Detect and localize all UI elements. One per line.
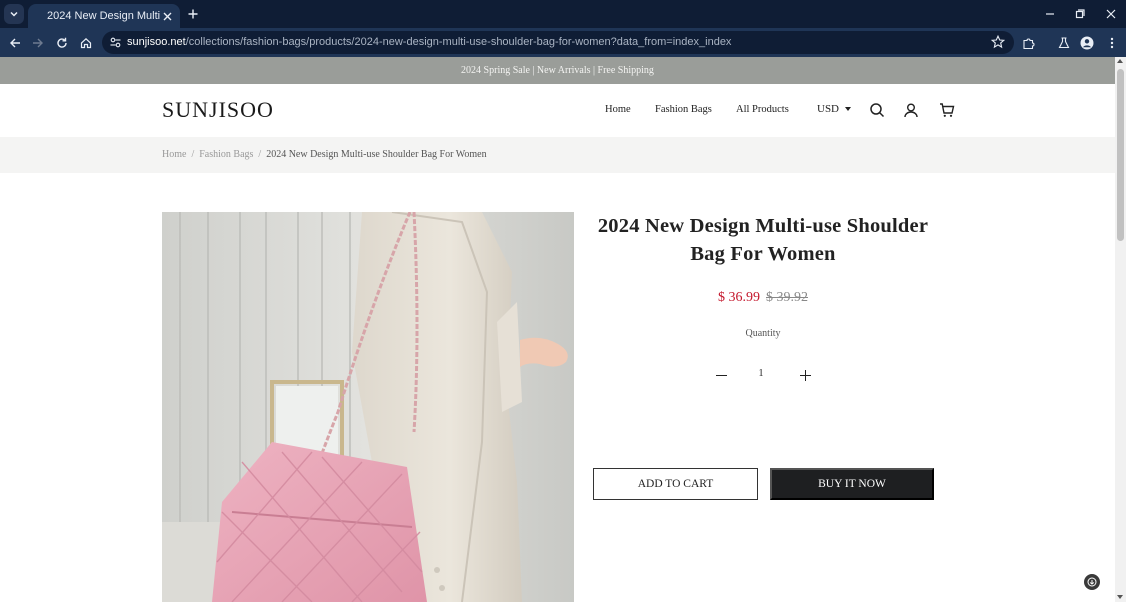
minus-icon[interactable]	[716, 375, 727, 377]
plus-icon	[188, 9, 198, 19]
arrow-left-icon	[10, 38, 20, 48]
address-bar[interactable]: sunjisoo.net/collections/fashion-bags/pr…	[102, 31, 1014, 54]
back-button[interactable]	[5, 33, 25, 53]
product-image[interactable]	[162, 212, 574, 602]
tab-search-button[interactable]	[4, 4, 24, 24]
active-tab[interactable]: 2024 New Design Multi-use Sho	[28, 4, 180, 28]
breadcrumb-fashion-bags[interactable]: Fashion Bags	[199, 149, 253, 160]
plus-icon[interactable]	[800, 370, 811, 381]
chat-icon	[1087, 577, 1097, 587]
site-info-icon[interactable]	[109, 36, 122, 49]
reload-icon	[57, 37, 67, 48]
restore-button[interactable]	[1070, 4, 1090, 24]
add-to-cart-button[interactable]: ADD TO CART	[593, 468, 758, 500]
search-icon[interactable]	[869, 102, 885, 118]
web-page: 2024 Spring Sale | New Arrivals | Free S…	[0, 57, 1115, 602]
labs-button[interactable]	[1054, 33, 1074, 53]
profile-button[interactable]	[1077, 33, 1097, 53]
site-logo[interactable]: SUNJISOO	[162, 97, 274, 123]
breadcrumb-current: 2024 New Design Multi-use Shoulder Bag F…	[266, 149, 487, 160]
buy-it-now-button[interactable]: BUY IT NOW	[770, 468, 934, 500]
breadcrumb: Home / Fashion Bags / 2024 New Design Mu…	[0, 137, 1115, 173]
url-path: /collections/fashion-bags/products/2024-…	[185, 36, 732, 48]
close-window-button[interactable]	[1101, 4, 1121, 24]
browser-menu-button[interactable]	[1102, 33, 1122, 53]
url-text: sunjisoo.net/collections/fashion-bags/pr…	[127, 36, 731, 48]
chat-widget-button[interactable]	[1084, 574, 1100, 590]
tab-title: 2024 New Design Multi-use Sho	[47, 10, 160, 22]
currency-label: USD	[817, 103, 840, 115]
flask-icon	[1058, 37, 1070, 49]
site-header: SUNJISOO Home Fashion Bags All Products …	[0, 84, 1115, 137]
announcement-bar: 2024 Spring Sale | New Arrivals | Free S…	[0, 57, 1115, 84]
account-icon[interactable]	[903, 102, 919, 118]
nav-link-all-products[interactable]: All Products	[736, 104, 789, 115]
bookmark-star-icon[interactable]	[991, 35, 1005, 49]
avatar-icon	[1080, 36, 1094, 50]
breadcrumb-home[interactable]: Home	[162, 149, 186, 160]
product-title: 2024 New Design Multi-use Shoulder Bag F…	[597, 215, 929, 265]
url-host: sunjisoo.net	[127, 36, 186, 48]
minimize-button[interactable]	[1040, 4, 1060, 24]
page-scrollbar[interactable]	[1115, 57, 1126, 602]
sale-price: $ 36.99	[718, 290, 760, 305]
nav-link-fashion-bags[interactable]: Fashion Bags	[655, 104, 712, 115]
puzzle-icon	[1022, 38, 1034, 49]
announcement-text: 2024 Spring Sale | New Arrivals | Free S…	[461, 65, 654, 76]
price-row: $ 36.99 $ 39.92	[590, 290, 936, 306]
more-vertical-icon	[1110, 37, 1114, 49]
new-tab-button[interactable]	[184, 5, 202, 23]
breadcrumb-separator: /	[191, 149, 195, 160]
browser-toolbar: sunjisoo.net/collections/fashion-bags/pr…	[0, 28, 1126, 57]
forward-button[interactable]	[28, 33, 48, 53]
scroll-down-arrow[interactable]	[1117, 595, 1123, 599]
home-icon	[80, 37, 92, 49]
extensions-button[interactable]	[1018, 33, 1038, 53]
scroll-up-arrow[interactable]	[1117, 59, 1123, 63]
currency-selector[interactable]: USD	[817, 103, 852, 115]
arrow-right-icon	[33, 38, 43, 48]
quantity-stepper: 1	[706, 368, 816, 384]
close-icon	[1106, 9, 1116, 19]
quantity-label: Quantity	[745, 328, 781, 339]
scroll-thumb[interactable]	[1117, 69, 1124, 241]
browser-tab-bar: 2024 New Design Multi-use Sho	[0, 0, 1126, 28]
close-tab-button[interactable]	[160, 9, 174, 23]
caret-down-icon	[845, 107, 852, 111]
product-info: 2024 New Design Multi-use Shoulder Bag F…	[590, 212, 936, 500]
compare-price: $ 39.92	[766, 290, 808, 305]
product-photo	[162, 212, 574, 602]
close-icon	[163, 12, 171, 20]
minimize-icon	[1046, 13, 1054, 15]
cart-icon[interactable]	[939, 102, 955, 118]
chevron-down-icon	[10, 11, 18, 17]
breadcrumb-separator: /	[258, 149, 262, 160]
reload-button[interactable]	[52, 33, 72, 53]
nav-link-home[interactable]: Home	[605, 104, 631, 115]
home-button[interactable]	[76, 33, 96, 53]
restore-icon	[1075, 9, 1085, 19]
